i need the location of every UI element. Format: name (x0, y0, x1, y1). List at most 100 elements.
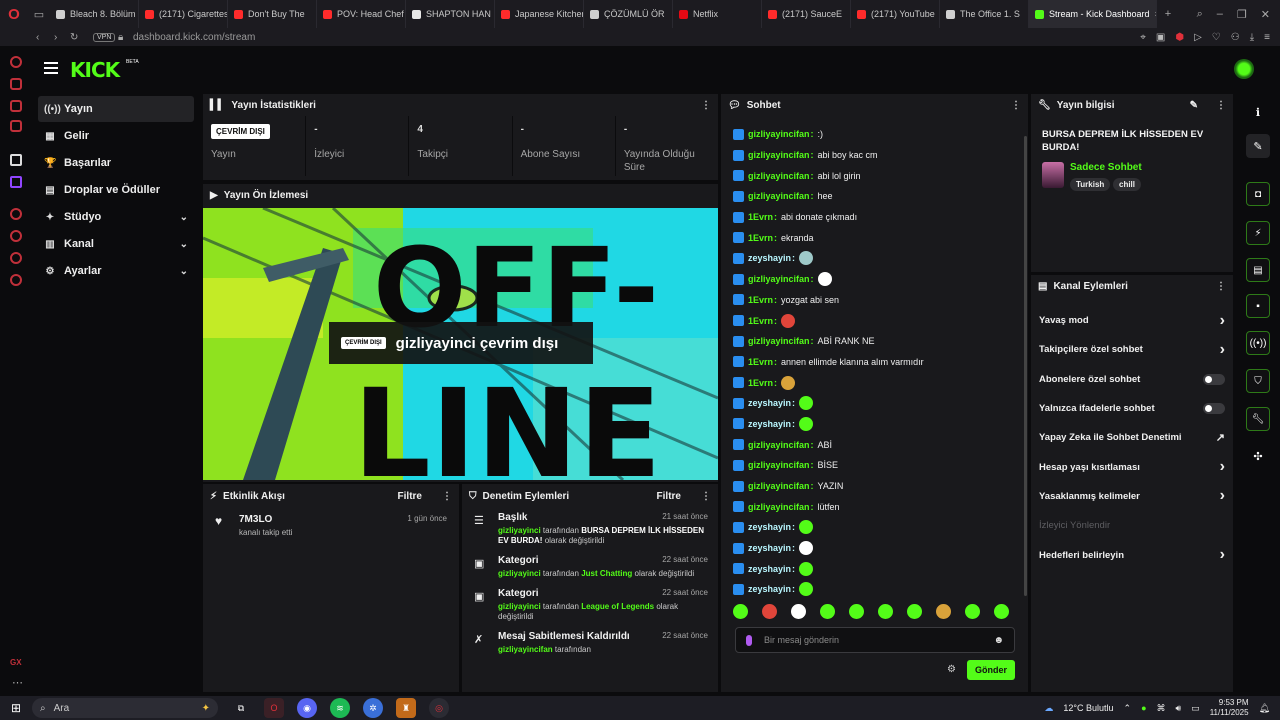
chat-message[interactable]: zeyshayin: (733, 579, 1023, 600)
channel-action-item[interactable]: Takipçilere özel sohbet › (1031, 335, 1233, 364)
chat-message[interactable]: zeyshayin: (733, 393, 1023, 414)
stream-info-options-icon[interactable]: ⋮ (1216, 100, 1226, 111)
hamburger-menu-icon[interactable] (44, 62, 58, 74)
chat-message[interactable]: gizliyayincifan: abi lol girin (733, 165, 1023, 186)
search-tabs-icon[interactable]: ⌕ (1197, 8, 1203, 21)
chat-username[interactable]: 1Evrn (748, 233, 773, 243)
chat-message[interactable]: gizliyayincifan::) (733, 124, 1023, 145)
show-hidden-icon[interactable]: ⌃ (1124, 703, 1132, 714)
browser-tab[interactable]: ÇÖZÜMLÜ ÖR (584, 0, 673, 28)
emote-icon[interactable] (994, 604, 1009, 619)
chat-message[interactable]: zeyshayin: (733, 558, 1023, 579)
chat-message[interactable]: gizliyayincifan: YAZIN (733, 476, 1023, 497)
chat-message[interactable]: 1Evrn: abi donate çıkmadı (733, 207, 1023, 228)
chat-username[interactable]: 1Evrn (748, 316, 773, 326)
external-link-icon[interactable]: ↗ (1216, 431, 1225, 444)
chat-message[interactable]: zeyshayin: (733, 538, 1023, 559)
tab-list-icon[interactable]: ▭ (28, 0, 50, 28)
chat-username[interactable]: zeyshayin (748, 564, 791, 574)
settings-app-icon[interactable]: ✲ (363, 698, 383, 718)
emote-icon[interactable] (936, 604, 951, 619)
browser-tab[interactable]: Bleach 8. Bölüm (50, 0, 139, 28)
event-item[interactable]: ♥ 7M3LO kanalı takip etti 1 gün önce (203, 508, 459, 543)
bolt-widget-icon[interactable]: ⚡︎ (1246, 221, 1270, 245)
menu-icon[interactable]: ≡ (1264, 32, 1270, 43)
chat-message[interactable]: zeyshayin: (733, 517, 1023, 538)
tray-app-icon[interactable]: ● (1141, 703, 1146, 713)
chevron-down-icon[interactable]: ⌄ (180, 239, 194, 250)
channel-actions-options-icon[interactable]: ⋮ (1216, 281, 1226, 292)
chevron-right-icon[interactable]: › (1220, 546, 1225, 564)
kick-sidebar-icon[interactable] (10, 154, 22, 166)
restore-icon[interactable]: ❐ (1237, 8, 1247, 21)
channel-action-item[interactable]: Yasaklanmış kelimeler › (1031, 482, 1233, 511)
chat-message[interactable]: 1Evrn: yozgat abi sen (733, 290, 1023, 311)
more-sidebar-icon[interactable]: ⋯ (12, 676, 23, 689)
url-field[interactable]: dashboard.kick.com/stream (133, 32, 255, 43)
chat-input[interactable]: Bir mesaj gönderin ☻ (735, 627, 1015, 653)
moderation-item[interactable]: ✗ Mesaj Sabitlemesi Kaldırıldı 22 saat önc… (462, 627, 718, 660)
chat-scrollbar[interactable] (1024, 136, 1027, 596)
discord-app-icon[interactable]: ◉ (297, 698, 317, 718)
nav-item[interactable]: ✦ Stüdyo ⌄ (38, 204, 194, 230)
chat-username[interactable]: zeyshayin (748, 543, 791, 553)
moderation-widget-icon[interactable]: ⛉ (1246, 369, 1270, 393)
network-icon[interactable]: ⌘ (1157, 703, 1166, 714)
chat-username[interactable]: zeyshayin (748, 253, 791, 263)
reload-icon[interactable]: ↻ (70, 32, 78, 43)
start-icon[interactable]: ⊞ (0, 701, 32, 715)
chat-username[interactable]: gizliyayincifan (748, 274, 810, 284)
wrench-widget-icon[interactable]: 🔧︎ (1246, 407, 1270, 431)
history-icon[interactable] (10, 230, 22, 242)
shield-icon[interactable]: ⬢ (1175, 32, 1184, 43)
vpn-badge[interactable]: VPN (93, 32, 116, 42)
browser-tab[interactable]: SHAPTON HAN (406, 0, 495, 28)
chat-options-icon[interactable]: ⋮ (1011, 100, 1021, 111)
edit-icon[interactable]: ✎ (1190, 100, 1198, 111)
pin-icon[interactable]: ⌖ (1140, 32, 1146, 43)
channel-action-item[interactable]: Yapay Zeka ile Sohbet Denetimi ↗ (1031, 423, 1233, 452)
clock[interactable]: 9:53 PM 11/11/2025 (1210, 698, 1249, 718)
chat-username[interactable]: zeyshayin (748, 584, 791, 594)
battery-icon[interactable]: ▭ (1191, 703, 1200, 714)
microphone-icon[interactable] (746, 634, 752, 646)
chat-input-placeholder[interactable]: Bir mesaj gönderin (764, 635, 839, 645)
speed-dial-icon[interactable] (10, 208, 22, 220)
chat-settings-icon[interactable]: ⚙ (947, 664, 956, 675)
emote-icon[interactable] (965, 604, 980, 619)
notification-icon[interactable]: 🔔︎ (1259, 703, 1270, 714)
user-avatar[interactable] (1234, 59, 1254, 79)
stream-category[interactable]: Sadece Sohbet (1070, 162, 1142, 173)
obs-app-icon[interactable]: ◎ (429, 698, 449, 718)
chat-username[interactable]: gizliyayincifan (748, 150, 810, 160)
chat-username[interactable]: gizliyayincifan (748, 171, 810, 181)
profile-icon[interactable]: ⚇ (1231, 32, 1240, 43)
send-button[interactable]: Gönder (967, 660, 1015, 680)
emote-icon[interactable] (849, 604, 864, 619)
tag-pill[interactable]: Turkish (1070, 178, 1111, 191)
chat-username[interactable]: zeyshayin (748, 522, 791, 532)
opera-gx-app-icon[interactable]: O (264, 698, 284, 718)
chat-message[interactable]: 1Evrn: annen ellimde klanına alım varmıdı… (733, 352, 1023, 373)
chat-message[interactable]: gizliyayincifan: hee (733, 186, 1023, 207)
browser-tab[interactable]: Japanese Kitchen (495, 0, 584, 28)
messenger-icon[interactable] (10, 100, 22, 112)
game-app-icon[interactable]: ♜ (396, 698, 416, 718)
tag-pill[interactable]: chill (1113, 178, 1142, 191)
chat-message[interactable]: 1Evrn: ekranda (733, 227, 1023, 248)
browser-tab[interactable]: The Office 1. S (940, 0, 1029, 28)
browser-tab[interactable]: Netflix (673, 0, 762, 28)
emote-icon[interactable] (820, 604, 835, 619)
forward-icon[interactable]: › (54, 32, 57, 43)
opera-logo-icon[interactable]: O (0, 0, 28, 28)
chevron-down-icon[interactable]: ⌄ (180, 212, 194, 223)
minimize-icon[interactable]: – (1217, 8, 1223, 21)
channel-action-item[interactable]: Yavaş mod › (1031, 306, 1233, 335)
weather-text[interactable]: 12°C Bulutlu (1063, 703, 1113, 713)
tab-kick-dashboard[interactable]: Stream - Kick Dashboard × (1029, 0, 1157, 28)
channel-action-item[interactable]: Abonelere özel sohbet (1031, 365, 1233, 394)
nav-item[interactable]: ((•)) Yayın (38, 96, 194, 122)
heart-icon[interactable]: ♡ (1212, 32, 1221, 43)
emote-icon[interactable] (762, 604, 777, 619)
twitch-icon[interactable] (10, 176, 22, 188)
